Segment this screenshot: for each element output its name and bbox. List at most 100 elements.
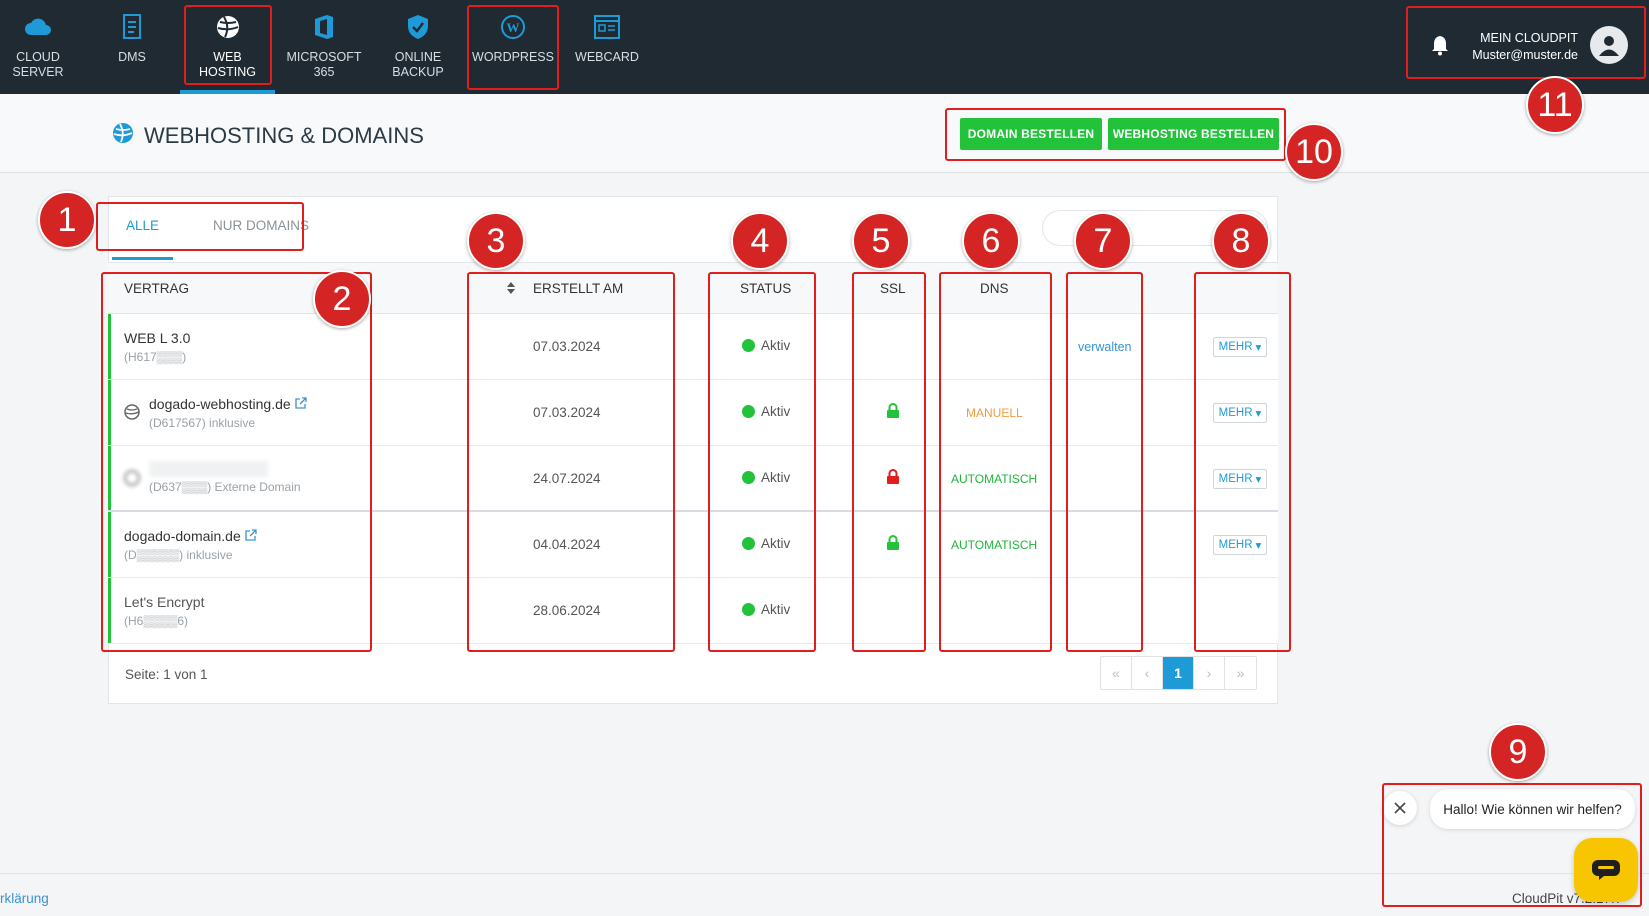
- contract-name: WEB L 3.0: [124, 330, 191, 346]
- page-number[interactable]: 1: [1163, 657, 1194, 689]
- created-date: 07.03.2024: [533, 339, 601, 354]
- status-text: Aktiv: [761, 338, 791, 353]
- dns-mode: AUTOMATISCH: [951, 472, 1038, 486]
- contract-id: (D617567) inklusive: [149, 416, 256, 430]
- table-row[interactable]: WEB L 3.0 (H617▒▒▒) 07.03.2024 Aktiv ver…: [108, 314, 1278, 380]
- chat-message[interactable]: Hallo! Wie können wir helfen?: [1430, 789, 1635, 829]
- status-dot-icon: [742, 471, 755, 484]
- chat-close-button[interactable]: [1383, 791, 1417, 825]
- nav-webcard[interactable]: WEBCARD: [566, 0, 648, 94]
- caret-down-icon: ▾: [1255, 342, 1262, 354]
- account-email: Muster@muster.de: [1472, 48, 1578, 62]
- avatar[interactable]: [1590, 26, 1628, 64]
- table-row[interactable]: dogado-domain.de (D▒▒▒▒▒) inklusive 04.0…: [108, 512, 1278, 578]
- status-dot-icon: [742, 537, 755, 550]
- table-row[interactable]: Let's Encrypt (H6▒▒▒▒6) 28.06.2024 Aktiv: [108, 578, 1278, 644]
- status-text: Aktiv: [761, 470, 791, 485]
- status-dot-icon: [742, 603, 755, 616]
- annotation-badge: 11: [1526, 76, 1584, 134]
- mehr-button[interactable]: MEHR ▾: [1213, 403, 1267, 423]
- external-link-icon[interactable]: [245, 528, 257, 544]
- annotation-badge: 4: [731, 212, 789, 270]
- account-text[interactable]: MEIN CLOUDPIT Muster@muster.de: [1472, 30, 1578, 64]
- contract-id: (H617▒▒▒): [124, 350, 187, 364]
- annotation-badge: 2: [313, 270, 371, 328]
- tab-nur-domains[interactable]: NUR DOMAINS: [199, 210, 311, 260]
- header-ssl[interactable]: SSL: [880, 281, 906, 296]
- prev-page-icon[interactable]: ‹: [1132, 657, 1163, 689]
- domain-name[interactable]: dogado-webhosting.de: [149, 396, 291, 412]
- annotation-badge: 7: [1074, 212, 1132, 270]
- row-indicator: [108, 380, 111, 445]
- domain-name[interactable]: ▒▒▒▒▒▒▒▒▒▒▒▒: [149, 460, 301, 476]
- mehr-label: MEHR: [1218, 407, 1253, 419]
- next-page-icon[interactable]: ›: [1194, 657, 1225, 689]
- row-indicator: [108, 578, 111, 643]
- status-badge: Aktiv: [742, 602, 790, 617]
- annotation-badge: 10: [1285, 123, 1343, 181]
- created-date: 28.06.2024: [533, 603, 601, 618]
- row-indicator: [108, 314, 111, 379]
- footer-divider: [0, 873, 1649, 874]
- contract-id: (H6▒▒▒▒6): [124, 614, 189, 628]
- nav-online-backup[interactable]: ONLINE BACKUP: [378, 0, 458, 94]
- annotation-badge: 6: [962, 212, 1020, 270]
- tab-alle[interactable]: ALLE: [112, 210, 174, 260]
- first-page-icon[interactable]: «: [1101, 657, 1132, 689]
- nav-microsoft-365[interactable]: MICROSOFT 365: [276, 0, 372, 94]
- globe-row-icon: [124, 404, 140, 423]
- domain-name[interactable]: dogado-domain.de: [124, 528, 241, 544]
- status-dot-icon: [742, 339, 755, 352]
- footer-link[interactable]: rklärung: [0, 891, 49, 906]
- status-badge: Aktiv: [742, 536, 790, 551]
- table-row[interactable]: dogado-webhosting.de (D617567) inklusive…: [108, 380, 1278, 446]
- created-date: 07.03.2024: [533, 405, 601, 420]
- shield-icon: [406, 14, 430, 40]
- mehr-button[interactable]: MEHR ▾: [1213, 337, 1267, 357]
- lock-icon: [886, 469, 900, 488]
- verwalten-link[interactable]: verwalten: [1078, 340, 1132, 354]
- top-navigation: CLOUD SERVER DMS WEB HOSTING MICROSOFT 3…: [0, 0, 1649, 94]
- close-icon: [1394, 802, 1406, 814]
- account-area[interactable]: MEIN CLOUDPIT Muster@muster.de: [1410, 14, 1640, 78]
- status-text: Aktiv: [761, 602, 791, 617]
- contract-id: (D▒▒▒▒▒) inklusive: [124, 548, 233, 562]
- cloud-icon: [24, 14, 52, 40]
- mehr-button[interactable]: MEHR ▾: [1213, 535, 1267, 555]
- globe-title-icon: [112, 122, 134, 150]
- nav-cloud-server[interactable]: CLOUD SERVER: [0, 0, 76, 94]
- office-icon: [313, 14, 335, 40]
- header-vertrag[interactable]: VERTRAG: [124, 281, 189, 296]
- nav-web-hosting[interactable]: WEB HOSTING: [180, 0, 275, 94]
- created-date: 04.04.2024: [533, 537, 601, 552]
- svg-text:W: W: [507, 20, 520, 35]
- created-date: 24.07.2024: [533, 471, 601, 486]
- wordpress-icon: W: [500, 14, 526, 40]
- chat-launcher-button[interactable]: [1574, 838, 1638, 902]
- domain-bestellen-button[interactable]: DOMAIN BESTELLEN: [960, 118, 1102, 150]
- filter-tabs: ALLE NUR DOMAINS: [112, 210, 311, 260]
- annotation-badge: 5: [852, 212, 910, 270]
- status-badge: Aktiv: [742, 404, 790, 419]
- nav-dms[interactable]: DMS: [92, 0, 172, 94]
- mehr-button[interactable]: MEHR ▾: [1213, 469, 1267, 489]
- header-status[interactable]: STATUS: [740, 281, 791, 296]
- last-page-icon[interactable]: »: [1225, 657, 1256, 689]
- header-dns[interactable]: DNS: [980, 281, 1009, 296]
- mehr-label: MEHR: [1218, 341, 1253, 353]
- nav-label: CLOUD SERVER: [12, 50, 64, 79]
- dns-mode: MANUELL: [966, 406, 1023, 420]
- table-row[interactable]: ▒▒▒▒▒▒▒▒▒▒▒▒ (D637▒▒▒) Externe Domain 24…: [108, 446, 1278, 512]
- external-link-icon[interactable]: [294, 396, 307, 412]
- sort-icon[interactable]: [506, 281, 516, 298]
- webhosting-bestellen-button[interactable]: WEBHOSTING BESTELLEN: [1108, 118, 1279, 150]
- globe-row-icon: [124, 470, 140, 489]
- pagination-info: Seite: 1 von 1: [125, 667, 208, 682]
- bell-icon[interactable]: [1430, 34, 1450, 61]
- caret-down-icon: ▾: [1255, 474, 1262, 486]
- pagination: « ‹ 1 › »: [1100, 656, 1257, 690]
- header-erstellt-am[interactable]: ERSTELLT AM: [533, 281, 623, 296]
- nav-label: MICROSOFT 365: [286, 50, 362, 79]
- nav-wordpress[interactable]: W WORDPRESS: [468, 0, 558, 94]
- annotation-badge: 9: [1489, 723, 1547, 781]
